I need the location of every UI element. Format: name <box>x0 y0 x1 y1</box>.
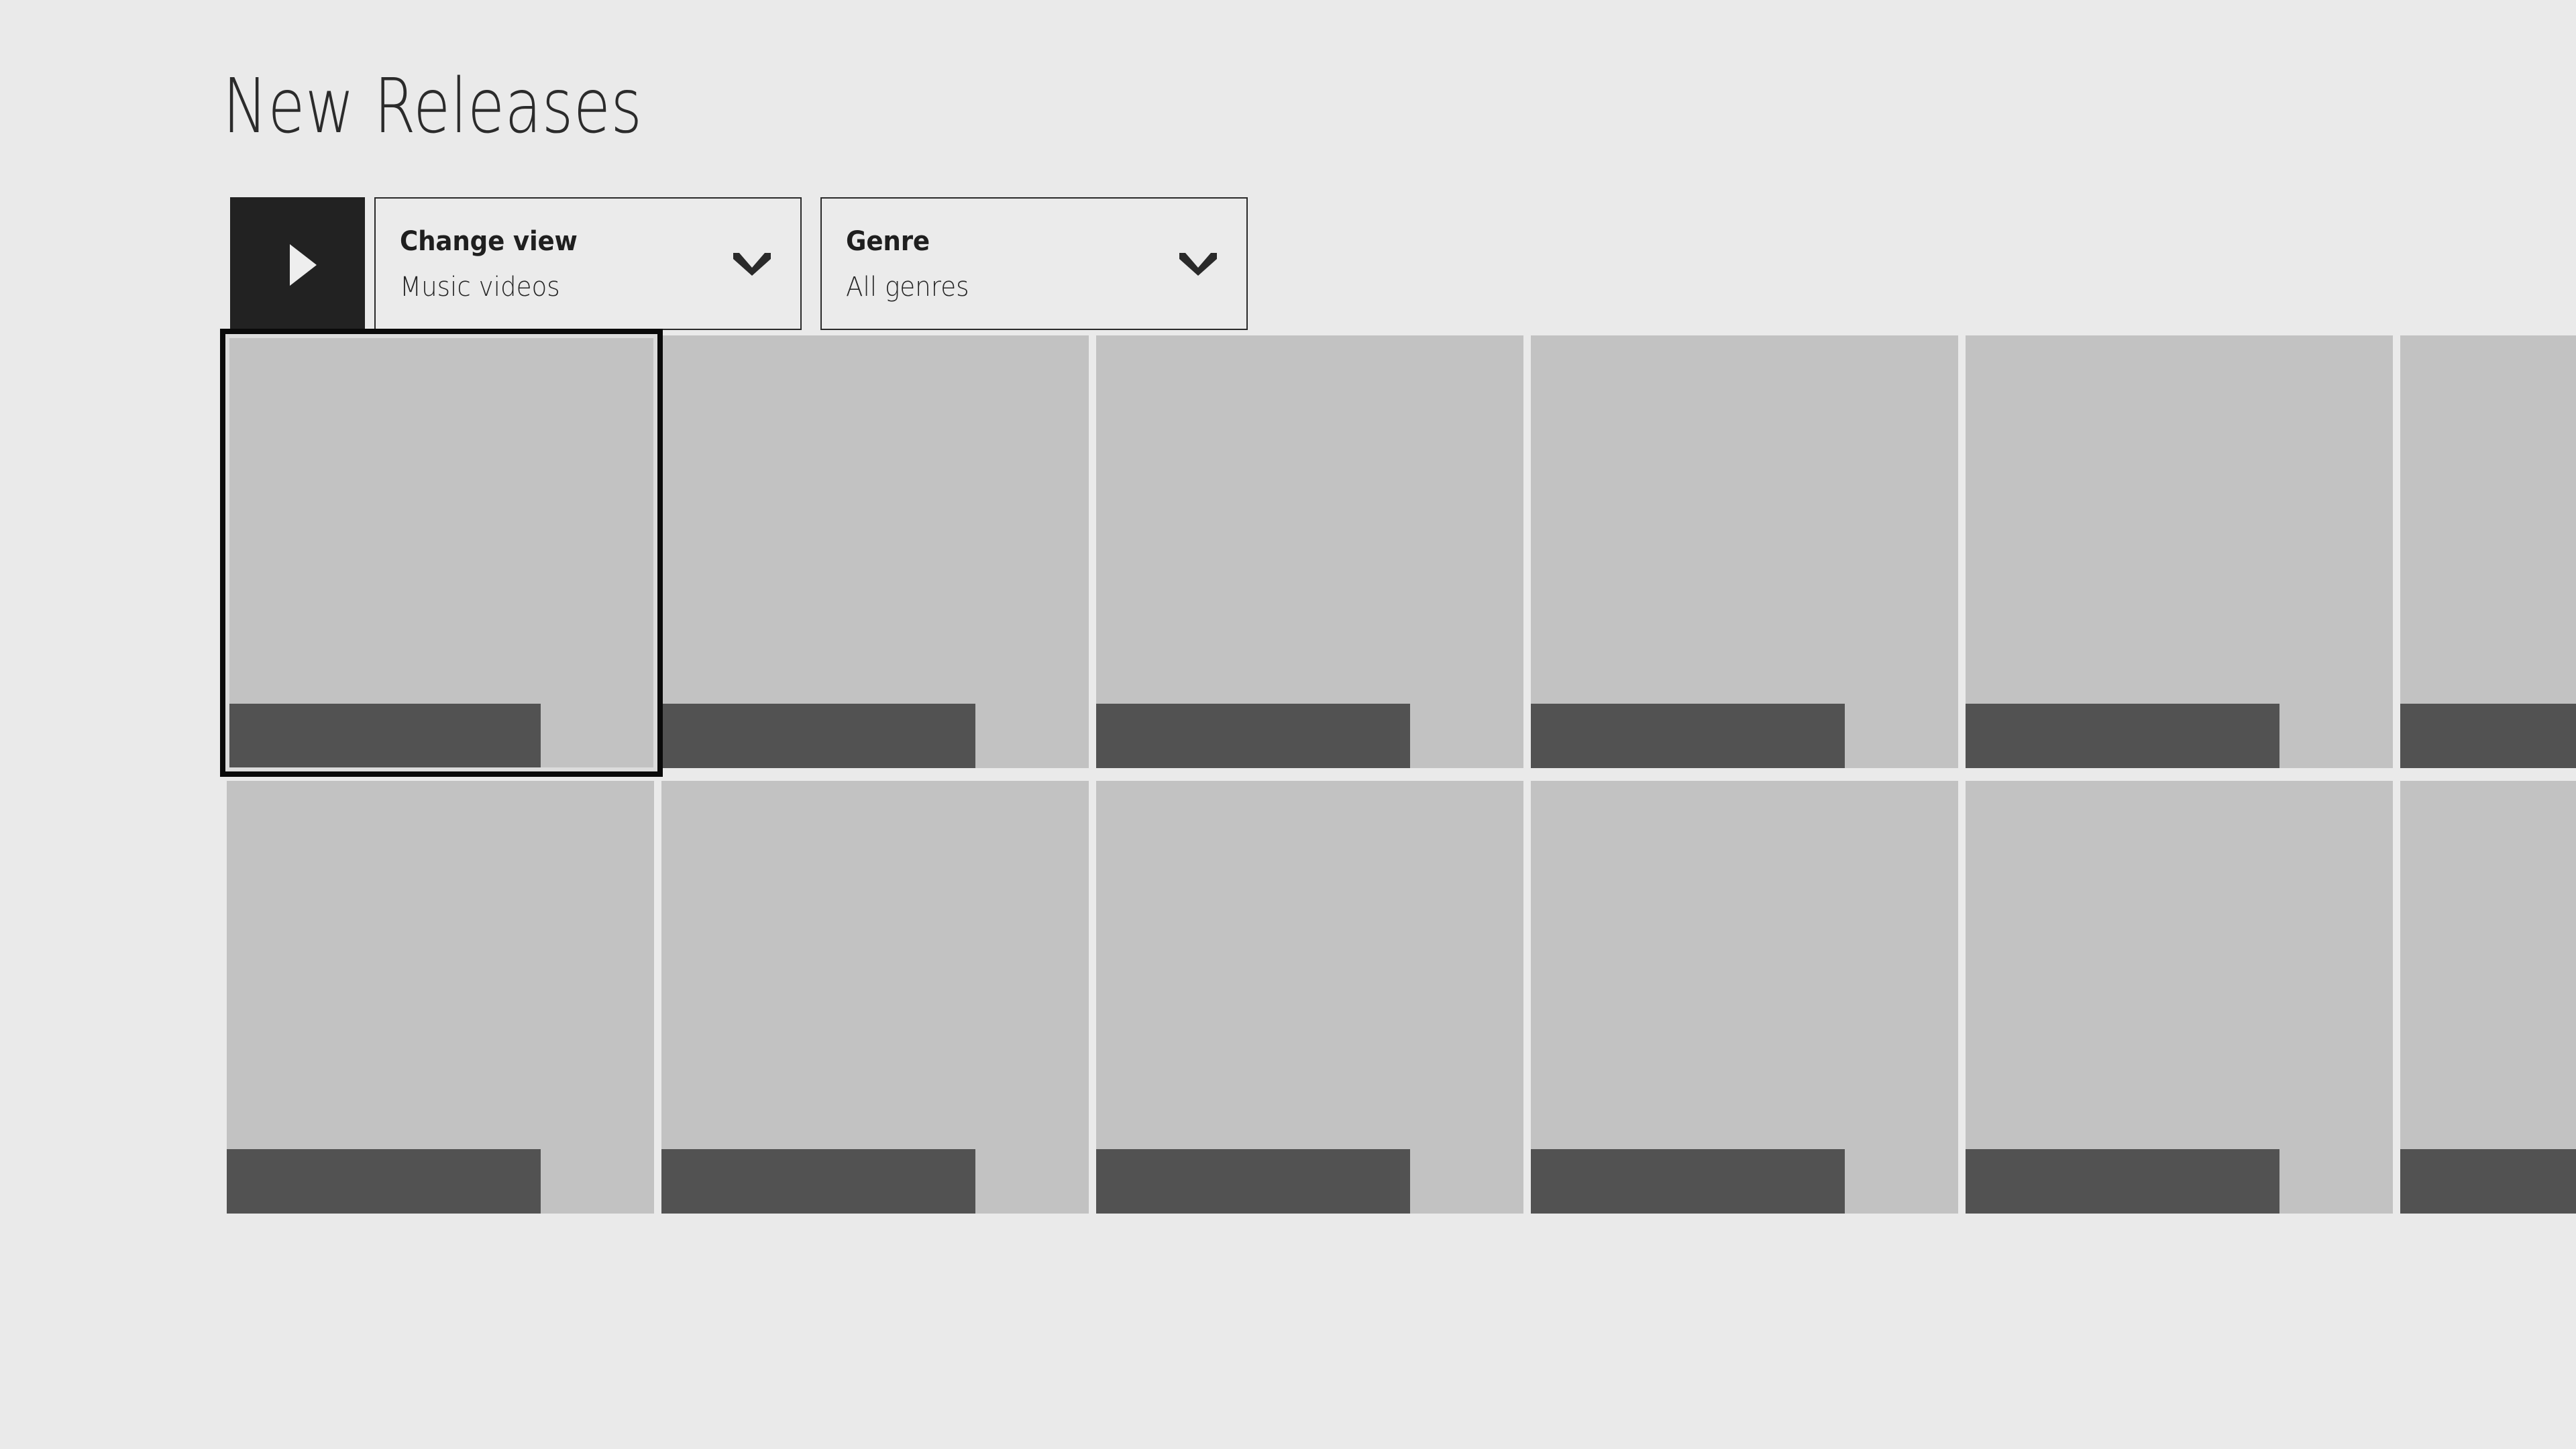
media-tile-label-bar <box>661 704 976 768</box>
media-tile-label-bar <box>1531 1149 1845 1214</box>
media-tile[interactable] <box>227 781 654 1214</box>
media-tile[interactable] <box>2400 781 2576 1214</box>
media-tile-label-bar <box>2400 704 2576 768</box>
media-tile[interactable] <box>1966 335 2393 768</box>
media-tile-label-bar <box>1531 704 1845 768</box>
grid-viewport <box>0 0 2576 1449</box>
media-tile[interactable] <box>1966 781 2393 1214</box>
media-tile-label-bar <box>661 1149 976 1214</box>
tile-row <box>227 781 2576 1214</box>
media-tile-label-bar <box>1966 704 2280 768</box>
media-tile[interactable] <box>1531 781 1958 1214</box>
tile-row <box>227 335 2576 768</box>
media-tile[interactable] <box>1096 335 1523 768</box>
media-tile-label-bar <box>1096 1149 1411 1214</box>
media-tile[interactable] <box>1096 781 1523 1214</box>
media-tile[interactable] <box>227 335 654 768</box>
media-tile[interactable] <box>1531 335 1958 768</box>
media-tile-label-bar <box>1966 1149 2280 1214</box>
media-tile-label-bar <box>227 1149 541 1214</box>
media-tile-label-bar <box>227 704 541 768</box>
media-tile-label-bar <box>2400 1149 2576 1214</box>
media-tile[interactable] <box>2400 335 2576 768</box>
media-tile[interactable] <box>661 781 1089 1214</box>
media-tile[interactable] <box>661 335 1089 768</box>
media-tile-label-bar <box>1096 704 1411 768</box>
